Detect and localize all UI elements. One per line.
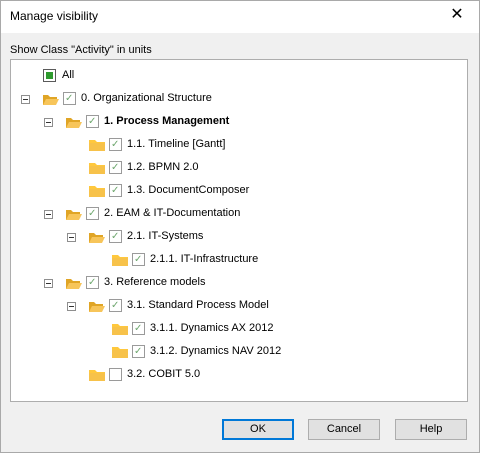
all-checkbox[interactable] [43, 69, 56, 82]
tree-node[interactable]: ✓ 2.1.1. IT-Infrastructure [11, 252, 451, 272]
folder-icon [112, 347, 128, 358]
folder-icon [89, 140, 105, 151]
tree-node[interactable]: ✓ 2.1. IT-Systems [11, 229, 451, 249]
node-checkbox[interactable]: ✓ [86, 207, 99, 220]
node-label: 2. EAM & IT-Documentation [104, 207, 241, 219]
folder-open-icon [66, 210, 82, 220]
node-label: 3.1.1. Dynamics AX 2012 [150, 322, 274, 334]
node-label: 1. Process Management [104, 115, 230, 127]
node-label: 3.2. COBIT 5.0 [127, 368, 201, 380]
tree-node[interactable]: ✓ 2. EAM & IT-Documentation [11, 206, 451, 226]
node-label: 3. Reference models [104, 276, 206, 288]
ok-button[interactable]: OK [222, 419, 294, 440]
folder-icon [112, 324, 128, 335]
units-tree: All ✓ 0. Organizational Structure ✓ 1. P… [10, 59, 468, 402]
dialog-title: Manage visibility [10, 9, 99, 23]
node-label: 1.2. BPMN 2.0 [127, 161, 199, 173]
node-label: 3.1.2. Dynamics NAV 2012 [150, 345, 282, 357]
folder-open-icon [66, 279, 82, 289]
folder-open-icon [89, 302, 105, 312]
node-label: 2.1.1. IT-Infrastructure [150, 253, 259, 265]
folder-icon [112, 255, 128, 266]
node-checkbox[interactable]: ✓ [109, 230, 122, 243]
node-checkbox[interactable]: ✓ [63, 92, 76, 105]
tree-node[interactable]: 3.2. COBIT 5.0 [11, 367, 451, 387]
node-checkbox[interactable]: ✓ [86, 276, 99, 289]
node-label: 0. Organizational Structure [81, 92, 212, 104]
node-checkbox[interactable]: ✓ [86, 115, 99, 128]
tree-node[interactable]: ✓ 3.1.2. Dynamics NAV 2012 [11, 344, 451, 364]
node-checkbox[interactable]: ✓ [109, 161, 122, 174]
collapse-toggle-icon[interactable] [67, 302, 76, 311]
node-checkbox-unchecked[interactable] [109, 368, 122, 381]
folder-open-icon [66, 118, 82, 128]
help-button[interactable]: Help [395, 419, 467, 440]
manage-visibility-dialog: Manage visibility ✕ Show Class "Activity… [0, 0, 480, 453]
tree-node[interactable]: ✓ 0. Organizational Structure [11, 91, 451, 111]
title-bar: Manage visibility ✕ [1, 1, 479, 33]
collapse-toggle-icon[interactable] [67, 233, 76, 242]
collapse-toggle-icon[interactable] [44, 210, 53, 219]
node-label: 3.1. Standard Process Model [127, 299, 269, 311]
tree-node[interactable]: ✓ 1.1. Timeline [Gantt] [11, 137, 451, 157]
collapse-toggle-icon[interactable] [44, 279, 53, 288]
tree-caption: Show Class "Activity" in units [10, 44, 152, 56]
tree-node[interactable]: ✓ 1.2. BPMN 2.0 [11, 160, 451, 180]
node-checkbox[interactable]: ✓ [132, 345, 145, 358]
close-icon[interactable]: ✕ [447, 5, 467, 25]
folder-icon [89, 186, 105, 197]
tree-node[interactable]: ✓ 3. Reference models [11, 275, 451, 295]
folder-open-icon [43, 95, 59, 105]
folder-icon [89, 370, 105, 381]
tree-node[interactable]: ✓ 3.1. Standard Process Model [11, 298, 451, 318]
tree-node[interactable]: ✓ 1.3. DocumentComposer [11, 183, 451, 203]
collapse-toggle-icon[interactable] [44, 118, 53, 127]
cancel-button[interactable]: Cancel [308, 419, 380, 440]
node-label: 2.1. IT-Systems [127, 230, 204, 242]
node-checkbox[interactable]: ✓ [132, 322, 145, 335]
node-label: 1.1. Timeline [Gantt] [127, 138, 226, 150]
node-label: 1.3. DocumentComposer [127, 184, 250, 196]
node-checkbox[interactable]: ✓ [109, 184, 122, 197]
all-label: All [62, 69, 75, 81]
folder-open-icon [89, 233, 105, 243]
collapse-toggle-icon[interactable] [21, 95, 30, 104]
tree-node[interactable]: ✓ 1. Process Management [11, 114, 451, 134]
tree-node[interactable]: ✓ 3.1.1. Dynamics AX 2012 [11, 321, 451, 341]
folder-icon [89, 163, 105, 174]
node-checkbox[interactable]: ✓ [109, 299, 122, 312]
node-checkbox[interactable]: ✓ [132, 253, 145, 266]
node-checkbox[interactable]: ✓ [109, 138, 122, 151]
